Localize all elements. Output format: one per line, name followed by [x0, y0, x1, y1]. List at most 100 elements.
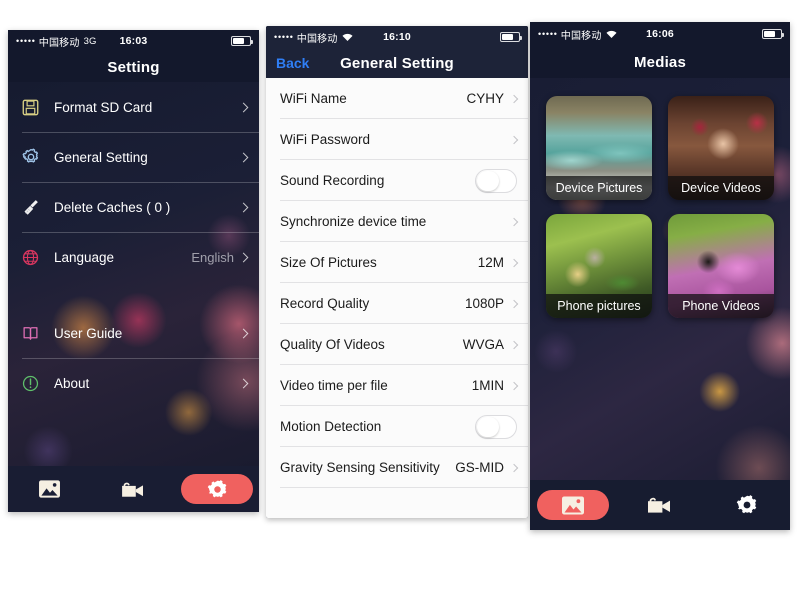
- chevron-right-icon: [509, 299, 519, 308]
- chevron-right-icon: [238, 202, 249, 212]
- general-setting-header: ••••• 中国移动 16:10 Back General Setting: [266, 26, 528, 78]
- sidebar-item-delete-caches[interactable]: Delete Caches ( 0 ): [8, 182, 259, 232]
- tab-settings[interactable]: [175, 466, 259, 512]
- list-item-label: Synchronize device time: [280, 214, 427, 229]
- phone-panel-setting: ••••• 中国移动 3G 16:03 Setting Format SD Ca…: [8, 30, 259, 512]
- media-tile-label: Device Videos: [668, 176, 774, 200]
- media-tile-grid: Device Pictures Device Videos Phone pict…: [530, 78, 790, 336]
- tab-bar-setting: [8, 466, 259, 512]
- chevron-right-icon: [509, 340, 519, 349]
- list-item-label: Gravity Sensing Sensitivity: [280, 460, 440, 475]
- battery-icon: [762, 29, 784, 39]
- list-item-size-of-pictures[interactable]: Size Of Pictures 12M: [266, 242, 528, 283]
- photos-icon: [39, 480, 61, 498]
- chevron-right-icon: [509, 381, 519, 390]
- book-icon: [22, 322, 48, 344]
- tab-photos[interactable]: [530, 480, 617, 530]
- tab-videos-pill: [624, 490, 696, 520]
- tab-bar-medias: [530, 480, 790, 530]
- list-item-wifi-name[interactable]: WiFi Name CYHY: [266, 78, 528, 119]
- list-item-label: Size Of Pictures: [280, 255, 377, 270]
- back-button[interactable]: Back: [276, 55, 309, 71]
- list-item-sound-recording[interactable]: Sound Recording: [266, 160, 528, 201]
- carrier-label: 中国移动: [38, 37, 80, 49]
- broom-icon: [22, 196, 48, 218]
- sidebar-item-label: User Guide: [54, 325, 123, 341]
- tab-videos-pill: [98, 474, 170, 504]
- tab-photos-pill: [14, 474, 86, 504]
- screenshot-canvas: ••••• 中国移动 3G 16:03 Setting Format SD Ca…: [0, 0, 800, 600]
- signal-dots-icon: •••••: [16, 36, 36, 46]
- list-item-label: Motion Detection: [280, 419, 382, 434]
- list-item-gravity-sensing-sensitivity[interactable]: Gravity Sensing Sensitivity GS-MID: [266, 447, 528, 488]
- sidebar-item-language[interactable]: Language English: [8, 232, 259, 282]
- medias-body: Device Pictures Device Videos Phone pict…: [530, 78, 790, 480]
- sidebar-item-label: Format SD Card: [54, 99, 153, 115]
- tab-settings[interactable]: [703, 480, 790, 530]
- carrier-label: 中国移动: [560, 30, 602, 42]
- wifi-icon: [606, 30, 617, 39]
- media-tile-label: Phone pictures: [546, 294, 652, 318]
- page-title: Setting: [107, 58, 160, 76]
- tab-settings-pill: [181, 474, 254, 504]
- list-item-synchronize-device-time[interactable]: Synchronize device time: [266, 201, 528, 242]
- list-item-video-time-per-file[interactable]: Video time per file 1MIN: [266, 365, 528, 406]
- list-item-value: GS-MID: [455, 460, 504, 475]
- chevron-right-icon: [238, 152, 249, 162]
- media-tile-phone-videos[interactable]: Phone Videos: [668, 214, 774, 318]
- sidebar-item-label: General Setting: [54, 149, 148, 165]
- wifi-icon: [342, 33, 353, 42]
- list-item-value: 12M: [477, 255, 504, 270]
- setting-list: Format SD Card General Setting Delete Ca…: [8, 82, 259, 466]
- chevron-right-icon: [238, 328, 249, 338]
- list-section-gap: [8, 282, 259, 308]
- list-item-value: WVGA: [462, 337, 504, 352]
- list-item-label: Quality Of Videos: [280, 337, 385, 352]
- motion-detection-toggle[interactable]: [475, 414, 517, 439]
- list-item-motion-detection[interactable]: Motion Detection: [266, 406, 528, 447]
- carrier-label: 中国移动: [296, 33, 338, 45]
- info-icon: [22, 372, 48, 394]
- battery-icon: [231, 36, 253, 46]
- battery-icon: [500, 32, 522, 42]
- signal-dots-icon: •••••: [538, 29, 558, 39]
- media-tile-phone-pictures[interactable]: Phone pictures: [546, 214, 652, 318]
- sidebar-item-label: Language: [54, 249, 115, 265]
- media-tile-label: Phone Videos: [668, 294, 774, 318]
- tab-photos[interactable]: [8, 466, 92, 512]
- phone-panel-medias: ••••• 中国移动 16:06 Medias Device Pictures: [530, 22, 790, 530]
- list-item-record-quality[interactable]: Record Quality 1080P: [266, 283, 528, 324]
- status-bar-setting: ••••• 中国移动 3G 16:03: [8, 30, 259, 52]
- sidebar-item-label: Delete Caches ( 0 ): [54, 199, 171, 215]
- globe-icon: [22, 246, 48, 268]
- gear-icon: [207, 479, 227, 497]
- chevron-right-icon: [238, 378, 249, 388]
- media-tile-device-videos[interactable]: Device Videos: [668, 96, 774, 200]
- sidebar-item-about[interactable]: About: [8, 358, 259, 408]
- video-camera-icon: [122, 482, 143, 497]
- tab-videos[interactable]: [617, 480, 704, 530]
- tab-videos[interactable]: [92, 466, 176, 512]
- network-type-label: 3G: [83, 35, 97, 47]
- list-item-value: CYHY: [466, 91, 504, 106]
- sidebar-item-format-sd-card[interactable]: Format SD Card: [8, 82, 259, 132]
- sidebar-item-user-guide[interactable]: User Guide: [8, 308, 259, 358]
- sidebar-item-general-setting[interactable]: General Setting: [8, 132, 259, 182]
- media-tile-device-pictures[interactable]: Device Pictures: [546, 96, 652, 200]
- list-item-quality-of-videos[interactable]: Quality Of Videos WVGA: [266, 324, 528, 365]
- setting-body: Format SD Card General Setting Delete Ca…: [8, 82, 259, 466]
- chevron-right-icon: [238, 252, 249, 262]
- sound-recording-toggle[interactable]: [475, 168, 517, 193]
- tab-photos-pill: [537, 490, 610, 520]
- floppy-disk-icon: [22, 96, 48, 118]
- gear-icon: [736, 495, 756, 514]
- video-camera-icon: [648, 497, 670, 513]
- list-item-wifi-password[interactable]: WiFi Password: [266, 119, 528, 160]
- nav-bar-general: Back General Setting: [266, 48, 528, 78]
- status-bar-medias: ••••• 中国移动 16:06: [530, 22, 790, 46]
- chevron-right-icon: [509, 135, 519, 144]
- list-item-value: 1MIN: [471, 378, 504, 393]
- list-item-value: 1080P: [464, 296, 504, 311]
- chevron-right-icon: [509, 217, 519, 226]
- chevron-right-icon: [509, 463, 519, 472]
